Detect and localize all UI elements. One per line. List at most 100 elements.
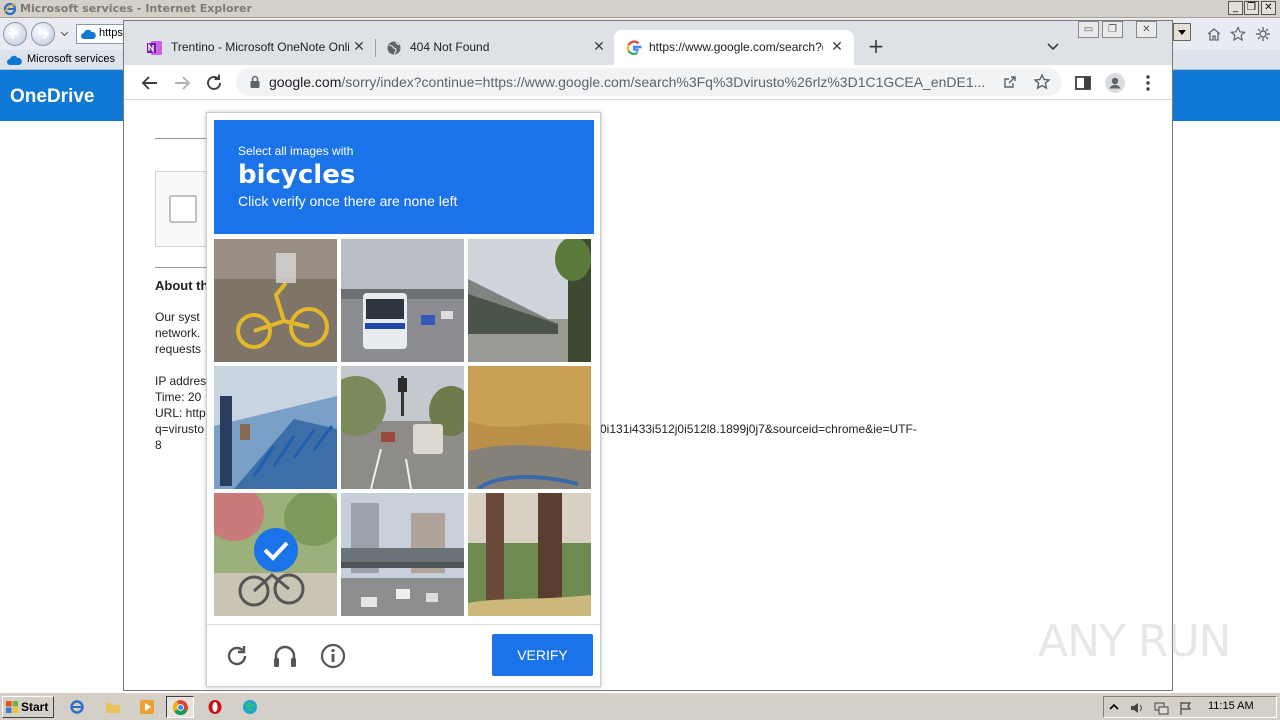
- chrome-logo-icon: [173, 700, 188, 715]
- chrome-minimize-button[interactable]: ▭: [1078, 21, 1099, 38]
- info-icon[interactable]: [319, 642, 347, 670]
- url-line-tail: 0i131i433i512j0i512l8.1899j0j7&sourceid=…: [600, 422, 917, 436]
- start-label: Start: [21, 700, 49, 714]
- challenge-tile-3[interactable]: [468, 239, 591, 362]
- taskbar-clock[interactable]: 11:15 AM: [1208, 700, 1254, 712]
- reload-icon[interactable]: [223, 642, 251, 670]
- arrow-left-icon: [8, 29, 18, 39]
- tray-expand-arrow-icon[interactable]: [1109, 701, 1119, 713]
- chevron-down-icon[interactable]: [60, 30, 69, 38]
- windows-logo-icon: [6, 701, 18, 713]
- google-icon: [626, 40, 642, 55]
- arrow-right-icon: [39, 29, 50, 39]
- taskbar-opera-button[interactable]: [201, 696, 229, 718]
- windows-taskbar: Start 11:15 AM: [0, 692, 1280, 720]
- network-icon[interactable]: [1153, 700, 1169, 716]
- challenge-tile-2[interactable]: [341, 239, 464, 362]
- tab-close-icon[interactable]: ✕: [351, 39, 367, 55]
- ie-minimize-button[interactable]: _: [1228, 1, 1243, 15]
- tab-title: https://www.google.com/search?q=: [649, 40, 823, 54]
- challenge-tile-9[interactable]: [468, 493, 591, 616]
- volume-icon[interactable]: [1129, 700, 1145, 716]
- tab-google-search[interactable]: https://www.google.com/search?q= ✕: [614, 30, 854, 65]
- reload-icon[interactable]: [202, 71, 226, 95]
- kebab-menu-icon[interactable]: [1136, 71, 1160, 95]
- share-icon[interactable]: [1002, 74, 1018, 90]
- time-label: Time: 20: [155, 390, 202, 404]
- taskbar-edge-button[interactable]: [236, 696, 264, 718]
- bookmark-star-icon[interactable]: [1033, 73, 1051, 91]
- watermark-text: ANY RUN: [1038, 616, 1232, 667]
- ie-dropdown-button[interactable]: [1173, 23, 1191, 41]
- address-bar[interactable]: google.com/sorry/index?continue=https://…: [236, 68, 1062, 96]
- onedrive-cloud-icon: [81, 29, 96, 39]
- audio-headphones-icon[interactable]: [271, 642, 299, 670]
- onedrive-title[interactable]: OneDrive: [10, 86, 94, 108]
- home-icon[interactable]: [1206, 26, 1222, 42]
- tile-image: [341, 493, 464, 616]
- page-paragraph-line: Our syst: [155, 310, 200, 324]
- taskbar-chrome-button[interactable]: [166, 696, 194, 718]
- ie-address-bar[interactable]: https:: [76, 24, 126, 44]
- folder-icon: [106, 703, 120, 713]
- start-button[interactable]: Start: [2, 696, 54, 718]
- chrome-tabstrip: ▭ ❐ ✕ Trentino - Microsoft OneNote Onlin…: [124, 21, 1172, 65]
- challenge-tile-6[interactable]: [468, 366, 591, 489]
- taskbar-media-player-button[interactable]: [134, 696, 162, 718]
- gear-icon[interactable]: [1255, 26, 1271, 42]
- ip-address-label: IP addres: [155, 374, 207, 388]
- action-center-flag-icon[interactable]: [1178, 700, 1194, 716]
- tab-title: Trentino - Microsoft OneNote Online: [171, 40, 349, 54]
- tile-image: [341, 366, 464, 489]
- recaptcha-challenge: Select all images with bicycles Click ve…: [206, 112, 601, 687]
- ie-close-button[interactable]: ✕: [1261, 1, 1276, 15]
- challenge-tile-1[interactable]: [214, 239, 337, 362]
- ie-right-toolbar: [1172, 18, 1280, 50]
- back-arrow-icon[interactable]: [138, 71, 162, 95]
- verify-button[interactable]: VERIFY: [492, 634, 593, 676]
- challenge-tile-7[interactable]: [214, 493, 337, 616]
- favorites-star-icon[interactable]: [1230, 26, 1246, 42]
- lock-icon[interactable]: [248, 75, 262, 89]
- chrome-close-button[interactable]: ✕: [1136, 21, 1157, 38]
- media-player-icon: [140, 700, 154, 714]
- taskbar-ie-button[interactable]: [64, 696, 92, 718]
- url-line: q=virusto: [155, 422, 205, 436]
- tile-image: [468, 239, 591, 362]
- challenge-instruction: Select all images with: [238, 144, 354, 158]
- ie-titlebar: Microsoft services - Internet Explorer _…: [0, 0, 1280, 18]
- challenge-tile-8[interactable]: [341, 493, 464, 616]
- chrome-restore-button[interactable]: ❐: [1102, 21, 1123, 38]
- recaptcha-checkbox[interactable]: [169, 195, 197, 223]
- challenge-image-grid: [214, 239, 594, 619]
- chrome-toolbar: google.com/sorry/index?continue=https://…: [124, 65, 1172, 100]
- challenge-tile-4[interactable]: [214, 366, 337, 489]
- forward-arrow-icon[interactable]: [170, 71, 194, 95]
- tab-close-icon[interactable]: ✕: [591, 39, 607, 55]
- challenge-target: bicycles: [238, 160, 356, 190]
- challenge-tile-5[interactable]: [341, 366, 464, 489]
- ie-back-button[interactable]: [3, 22, 27, 46]
- onenote-icon: [147, 41, 162, 55]
- new-tab-button[interactable]: +: [864, 35, 888, 59]
- about-heading: About th: [155, 278, 209, 293]
- ie-logo-icon: [70, 700, 84, 714]
- ie-forward-button[interactable]: [31, 22, 55, 46]
- ie-tab-title: Microsoft services: [27, 53, 116, 65]
- challenge-subtext: Click verify once there are none left: [238, 193, 458, 209]
- ie-window-title: Microsoft services - Internet Explorer: [20, 2, 252, 15]
- tab-search-chevron-icon[interactable]: [1043, 36, 1063, 56]
- side-panel-icon[interactable]: [1071, 71, 1095, 95]
- tab-title: 404 Not Found: [410, 40, 490, 54]
- tile-image: [341, 239, 464, 362]
- tab-onenote[interactable]: Trentino - Microsoft OneNote Online ✕: [138, 30, 374, 65]
- anyrun-watermark: ANY RUN: [1038, 610, 1238, 670]
- taskbar-explorer-button[interactable]: [100, 696, 128, 718]
- tab-404[interactable]: 404 Not Found ✕: [378, 30, 610, 65]
- ie-restore-button[interactable]: ❐: [1244, 1, 1259, 15]
- profile-avatar-icon[interactable]: [1103, 71, 1127, 95]
- tab-close-icon[interactable]: ✕: [829, 39, 845, 55]
- tab-separator: [375, 39, 376, 57]
- url-path: /sorry/index?continue=https://www.google…: [341, 74, 986, 90]
- challenge-header: Select all images with bicycles Click ve…: [214, 120, 594, 234]
